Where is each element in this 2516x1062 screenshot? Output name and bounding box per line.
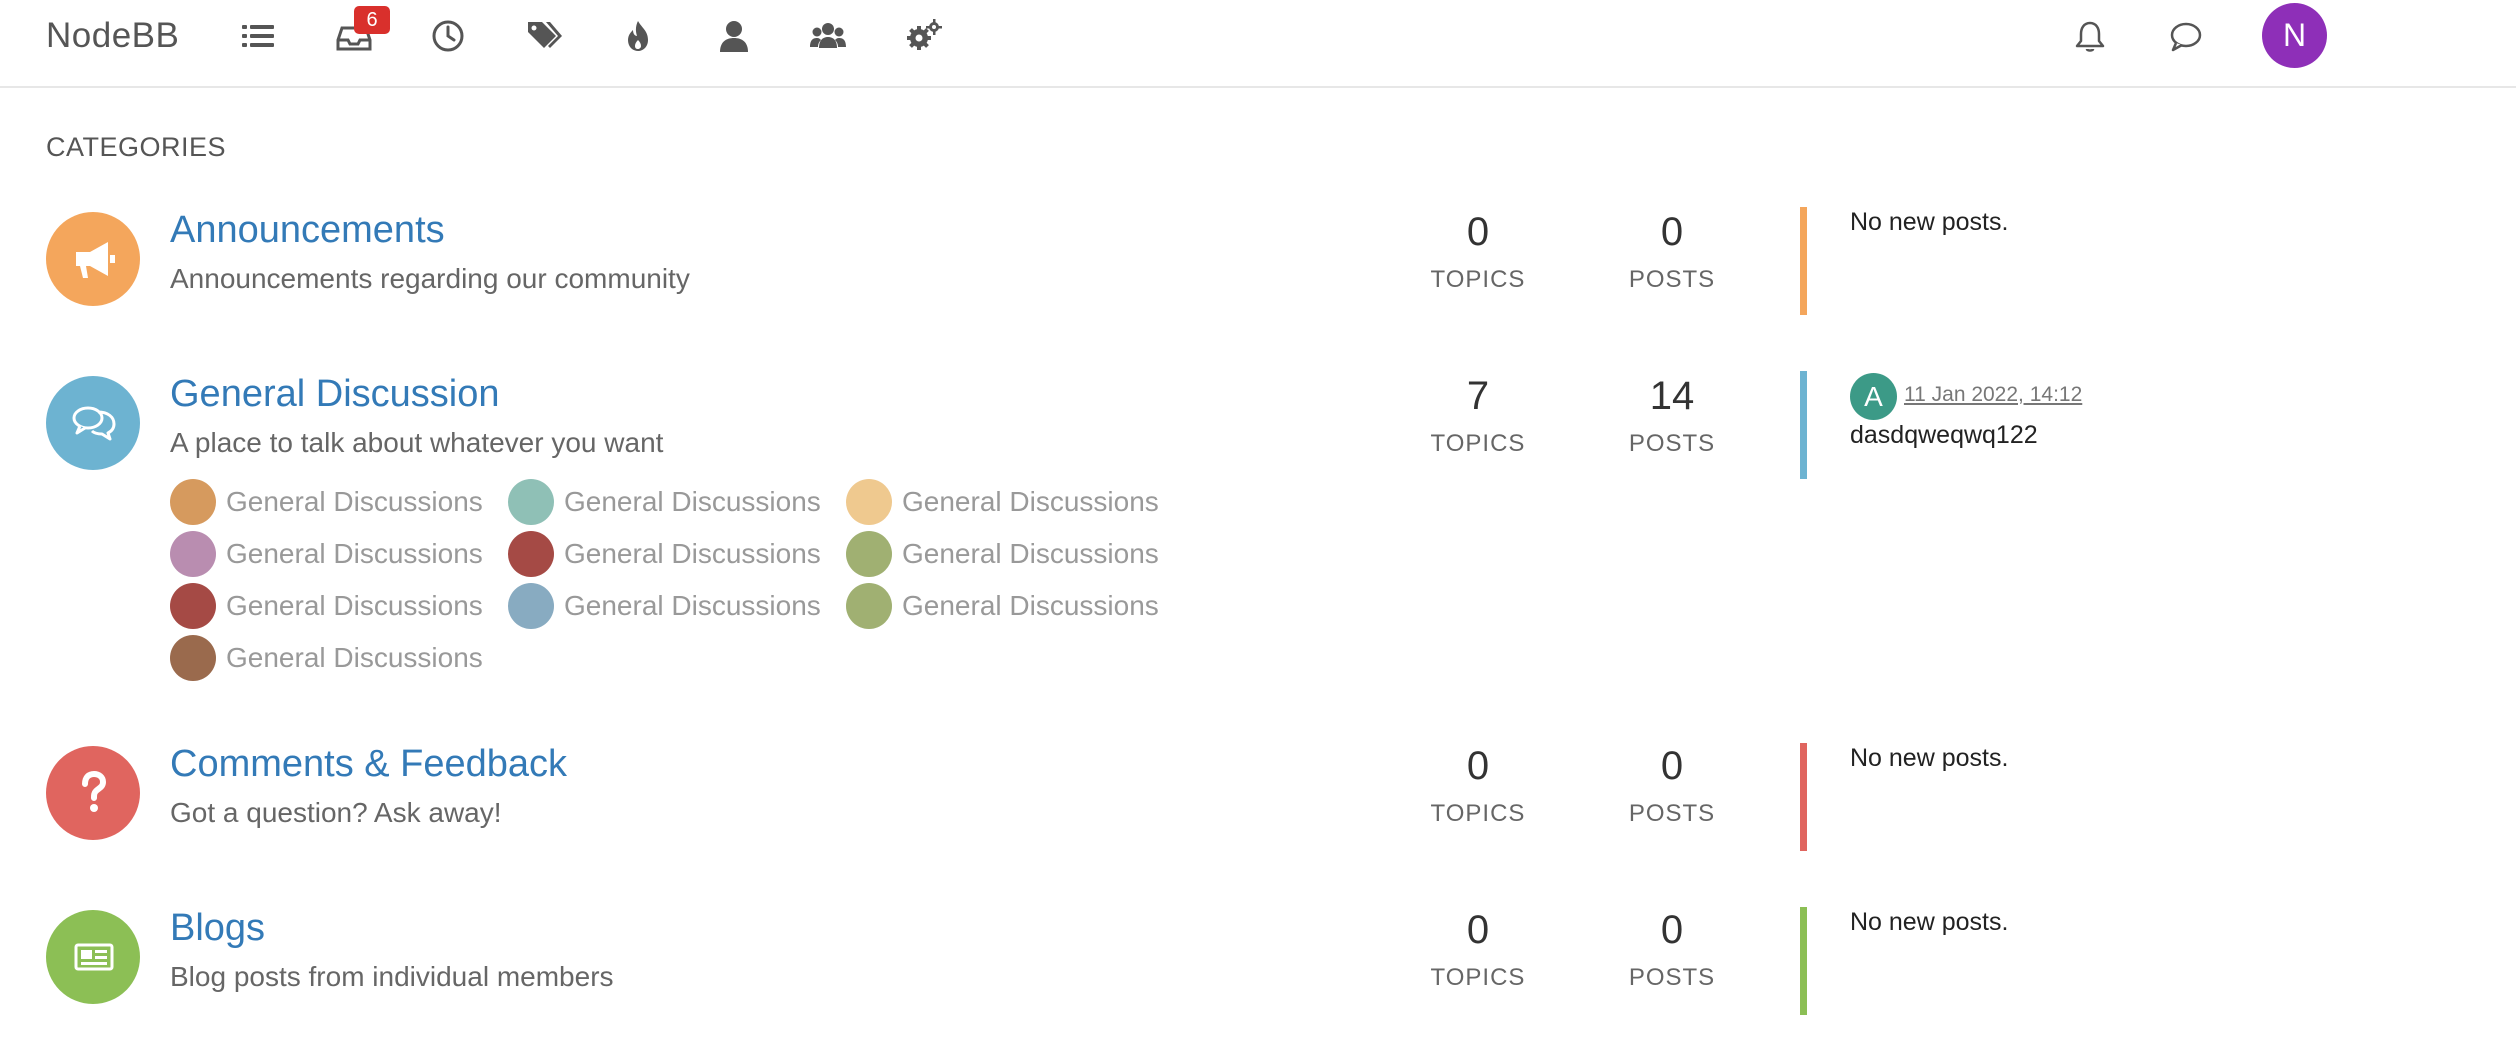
unread-count-badge: 6 bbox=[354, 6, 390, 34]
category-color-bar bbox=[1800, 207, 1807, 315]
clock-icon[interactable] bbox=[430, 18, 466, 54]
poster-avatar[interactable]: A bbox=[1850, 373, 1897, 420]
subcategory-label: General Discussions bbox=[564, 538, 821, 569]
category-description: Got a question? Ask away! bbox=[170, 797, 502, 828]
posts-count: 0 bbox=[1660, 908, 1684, 952]
subcategory-link[interactable]: General Discussions bbox=[508, 531, 821, 577]
subcategory-icon bbox=[846, 479, 892, 525]
category-description: Blog posts from individual members bbox=[170, 961, 614, 992]
brand-logo[interactable]: NodeBB bbox=[46, 14, 179, 58]
category-title-announcements[interactable]: Announcements bbox=[170, 208, 445, 252]
subcategory-link[interactable]: General Discussions bbox=[846, 531, 1159, 577]
newspaper-icon[interactable] bbox=[46, 910, 140, 1004]
fire-icon[interactable] bbox=[620, 18, 656, 54]
subcategory-icon bbox=[170, 583, 216, 629]
posts-count: 14 bbox=[1649, 374, 1695, 418]
subcategory-label: General Discussions bbox=[564, 486, 821, 517]
subcategory-icon bbox=[508, 531, 554, 577]
subcategory-link[interactable]: General Discussions bbox=[508, 479, 821, 525]
category-title-comments-feedback[interactable]: Comments & Feedback bbox=[170, 742, 567, 786]
list-icon[interactable] bbox=[240, 18, 276, 54]
subcategory-icon bbox=[170, 531, 216, 577]
no-new-posts: No new posts. bbox=[1850, 908, 2009, 936]
subcategory-link[interactable]: General Discussions bbox=[846, 583, 1159, 629]
posts-label: POSTS bbox=[1628, 800, 1716, 827]
subcategory-link[interactable]: General Discussions bbox=[170, 531, 483, 577]
subcategory-label: General Discussions bbox=[902, 590, 1159, 621]
subcategory-icon bbox=[170, 635, 216, 681]
topics-label: TOPICS bbox=[1430, 266, 1526, 293]
comments-icon[interactable] bbox=[46, 376, 140, 470]
subcategory-icon bbox=[846, 531, 892, 577]
topics-label: TOPICS bbox=[1430, 430, 1526, 457]
category-description: Announcements regarding our community bbox=[170, 263, 690, 294]
posts-label: POSTS bbox=[1628, 266, 1716, 293]
bullhorn-icon[interactable] bbox=[46, 212, 140, 306]
posts-count: 0 bbox=[1660, 210, 1684, 254]
topics-count: 0 bbox=[1466, 908, 1490, 952]
category-title-general-discussion[interactable]: General Discussion bbox=[170, 372, 499, 416]
tags-icon[interactable] bbox=[526, 18, 562, 54]
topics-label: TOPICS bbox=[1430, 800, 1526, 827]
subcategory-link[interactable]: General Discussions bbox=[846, 479, 1159, 525]
subcategory-label: General Discussions bbox=[902, 486, 1159, 517]
posts-label: POSTS bbox=[1628, 430, 1716, 457]
page-title: CATEGORIES bbox=[46, 132, 227, 162]
user-avatar-letter: N bbox=[2282, 17, 2307, 53]
subcategory-icon bbox=[508, 583, 554, 629]
subcategory-label: General Discussions bbox=[902, 538, 1159, 569]
last-post-excerpt[interactable]: dasdqweqwq122 bbox=[1850, 420, 2038, 450]
question-icon[interactable] bbox=[46, 746, 140, 840]
last-post-timestamp[interactable]: 11 Jan 2022, 14:12 bbox=[1904, 381, 2082, 409]
subcategory-icon bbox=[170, 479, 216, 525]
posts-label: POSTS bbox=[1628, 964, 1716, 991]
subcategory-icon bbox=[508, 479, 554, 525]
subcategory-label: General Discussions bbox=[226, 486, 483, 517]
group-icon[interactable] bbox=[810, 18, 846, 54]
subcategory-icon bbox=[846, 583, 892, 629]
topics-count: 0 bbox=[1466, 210, 1490, 254]
bell-icon[interactable] bbox=[2072, 18, 2108, 54]
subcategory-label: General Discussions bbox=[226, 538, 483, 569]
topics-label: TOPICS bbox=[1430, 964, 1526, 991]
chat-icon[interactable] bbox=[2168, 18, 2204, 54]
user-avatar[interactable]: N bbox=[2262, 3, 2327, 68]
subcategory-label: General Discussions bbox=[226, 642, 483, 673]
top-navbar: NodeBB 6 N bbox=[0, 0, 2516, 88]
no-new-posts: No new posts. bbox=[1850, 744, 2009, 772]
topics-count: 7 bbox=[1466, 374, 1490, 418]
topics-count: 0 bbox=[1466, 744, 1490, 788]
poster-avatar-letter: A bbox=[1864, 381, 1883, 412]
subcategory-label: General Discussions bbox=[226, 590, 483, 621]
category-color-bar bbox=[1800, 743, 1807, 851]
user-icon[interactable] bbox=[716, 18, 752, 54]
subcategory-link[interactable]: General Discussions bbox=[170, 635, 483, 681]
subcategory-link[interactable]: General Discussions bbox=[508, 583, 821, 629]
posts-count: 0 bbox=[1660, 744, 1684, 788]
category-title-blogs[interactable]: Blogs bbox=[170, 906, 265, 950]
no-new-posts: No new posts. bbox=[1850, 208, 2009, 236]
category-description: A place to talk about whatever you want bbox=[170, 427, 664, 458]
category-color-bar bbox=[1800, 371, 1807, 479]
gears-icon[interactable] bbox=[906, 18, 942, 54]
subcategory-link[interactable]: General Discussions bbox=[170, 479, 483, 525]
category-color-bar bbox=[1800, 907, 1807, 1015]
subcategory-label: General Discussions bbox=[564, 590, 821, 621]
subcategory-link[interactable]: General Discussions bbox=[170, 583, 483, 629]
